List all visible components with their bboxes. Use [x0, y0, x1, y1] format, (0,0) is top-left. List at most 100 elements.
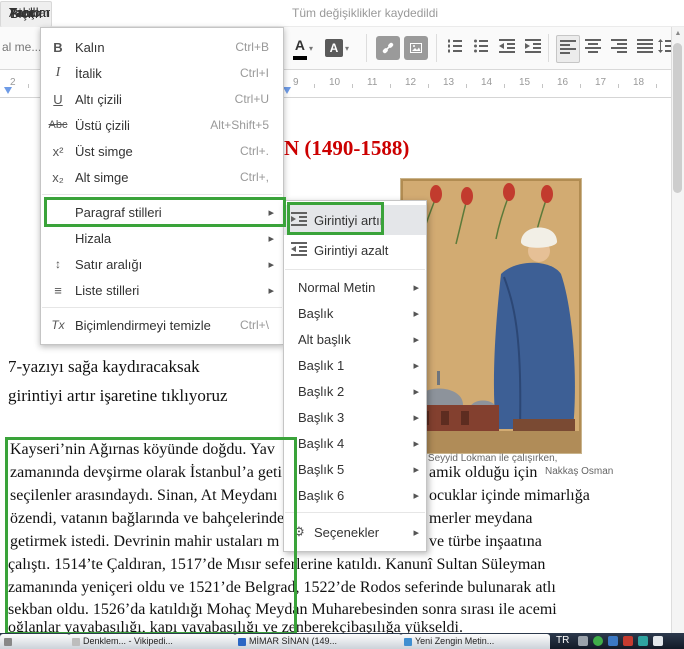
taskbar: Denklem... - Vikipedi... MİMAR SİNAN (14…: [0, 633, 684, 649]
submenu-item-label: Başlık: [298, 305, 334, 321]
miniature-image[interactable]: [400, 178, 582, 454]
chevron-down-icon: ▾: [308, 43, 313, 53]
submenu-item-heading-4[interactable]: Başlık 4 ▸: [284, 430, 426, 456]
clear-formatting-icon: Tx: [51, 318, 65, 332]
submenu-item-normal-text[interactable]: Normal Metin ▸: [284, 274, 426, 300]
save-status: Tüm değişiklikler kaydedildi: [292, 6, 439, 20]
submenu-item-heading-5[interactable]: Başlık 5 ▸: [284, 456, 426, 482]
menu-shortcut: Alt+Shift+5: [210, 118, 269, 132]
submenu-item-label: Başlık 3: [298, 409, 345, 425]
toolbar-separator: [366, 34, 367, 62]
ruler-number: 10: [329, 77, 341, 88]
submenu-item-label: Girintiyi azalt: [314, 242, 389, 258]
toolbar-separator: [548, 34, 549, 62]
update-icon[interactable]: [593, 636, 603, 646]
scroll-up-icon[interactable]: ▲: [672, 27, 684, 41]
word-doc-icon: [238, 637, 246, 646]
indent-increase-button[interactable]: [522, 35, 544, 61]
menu-item-list-styles[interactable]: ≡ Liste stilleri ▸: [41, 277, 283, 303]
align-center-button[interactable]: [582, 35, 604, 61]
superscript-icon: x²: [52, 143, 64, 159]
security-icon[interactable]: [623, 636, 633, 646]
submenu-item-title[interactable]: Başlık ▸: [284, 300, 426, 326]
menu-item-label: Üst simge: [75, 143, 133, 159]
submenu-arrow-icon: ▸: [413, 281, 419, 294]
ruler-number: 16: [557, 77, 569, 88]
submenu-item-subtitle[interactable]: Alt başlık ▸: [284, 326, 426, 352]
indent-marker[interactable]: [283, 87, 291, 94]
scrollbar-thumb[interactable]: [673, 43, 682, 193]
vertical-scrollbar[interactable]: ▲: [671, 27, 684, 633]
text-color-button[interactable]: A ▾: [288, 35, 318, 61]
paragraph-fragment: amik olduğu için: [429, 464, 538, 481]
bullet-list-button[interactable]: [470, 35, 492, 61]
taskbar-button-rich-text[interactable]: Yeni Zengin Metin...: [400, 634, 550, 649]
submenu-arrow-icon: ▸: [413, 411, 419, 424]
document-title-fragment: N (1490-1588): [284, 136, 410, 160]
menu-shortcut: Ctrl+B: [235, 40, 269, 54]
ruler-number: 13: [443, 77, 455, 88]
indent-decrease-button[interactable]: [496, 35, 518, 61]
submenu-item-heading-6[interactable]: Başlık 6 ▸: [284, 482, 426, 508]
menu-item-underline[interactable]: U Altı çizili Ctrl+U: [41, 86, 283, 112]
insert-image-button[interactable]: [404, 35, 428, 61]
chat-icon[interactable]: [638, 636, 648, 646]
bullet-list-icon: [473, 39, 489, 58]
menu-item-superscript[interactable]: x² Üst simge Ctrl+.: [41, 138, 283, 164]
annotation-box-indent-increase: [287, 202, 384, 235]
menu-item-label: Alt simge: [75, 169, 129, 185]
highlight-color-button[interactable]: A ▾: [322, 35, 352, 61]
menu-item-label: Liste stilleri: [75, 282, 140, 298]
taskbar-button-mimar-sinan-doc[interactable]: MİMAR SİNAN (149...: [234, 634, 402, 649]
image-caption: an Seyyid Lokman ile çalışırken,: [414, 453, 558, 464]
align-right-icon: [611, 38, 627, 58]
menu-item-label: Üstü çizili: [75, 117, 130, 133]
language-indicator[interactable]: TR: [556, 633, 569, 649]
app-icon: [4, 637, 12, 646]
menu-item-line-spacing[interactable]: ↕ Satır aralığı ▸: [41, 251, 283, 277]
submenu-item-options[interactable]: ⚙ Seçenekler ▸: [284, 517, 426, 547]
document-icon: [404, 637, 412, 646]
annotation-box-paragraph: [5, 437, 297, 635]
align-justify-button[interactable]: [634, 35, 656, 61]
menu-item-strikethrough[interactable]: Abc Üstü çizili Alt+Shift+5: [41, 112, 283, 138]
submenu-item-label: Başlık 6: [298, 487, 345, 503]
menu-item-align[interactable]: Hizala ▸: [41, 225, 283, 251]
bold-icon: B: [53, 39, 63, 55]
submenu-arrow-icon: ▸: [413, 526, 419, 539]
indent-decrease-icon: [499, 38, 515, 58]
taskbar-button-label: MİMAR SİNAN (149...: [249, 636, 338, 646]
taskbar-button-label: Yeni Zengin Metin...: [415, 636, 495, 646]
taskbar-button-label: Denklem... - Vikipedi...: [83, 636, 173, 646]
numbered-list-button[interactable]: [444, 35, 466, 61]
numbered-list-icon: [447, 39, 463, 58]
tray-misc-icon[interactable]: [653, 636, 663, 646]
insert-link-button[interactable]: [376, 35, 400, 61]
menu-item-clear-formatting[interactable]: Tx Biçimlendirmeyi temizle Ctrl+\: [41, 312, 283, 338]
google-docs-window: Ekle Biçim Araçlar Tablo Yardım Tüm deği…: [0, 0, 684, 649]
menu-item-italic[interactable]: I İtalik Ctrl+I: [41, 60, 283, 86]
style-select-fragment[interactable]: al me...: [2, 40, 41, 54]
note-line: girintiyi artır işaretine tıklıyoruz: [8, 386, 228, 405]
network-icon[interactable]: [608, 636, 618, 646]
taskbar-button-wikipedia[interactable]: Denklem... - Vikipedi...: [68, 634, 236, 649]
submenu-item-heading-1[interactable]: Başlık 1 ▸: [284, 352, 426, 378]
submenu-item-heading-2[interactable]: Başlık 2 ▸: [284, 378, 426, 404]
menu-item-bold[interactable]: B Kalın Ctrl+B: [41, 34, 283, 60]
menu-separator: [42, 307, 282, 308]
menu-yardim[interactable]: Yardım: [0, 1, 59, 25]
submenu-item-indent-decrease[interactable]: Girintiyi azalt: [284, 235, 426, 265]
submenu-item-label: Normal Metin: [298, 279, 376, 295]
align-left-button[interactable]: [556, 35, 580, 63]
submenu-item-label: Başlık 5: [298, 461, 345, 477]
volume-icon[interactable]: [578, 636, 588, 646]
submenu-arrow-icon: ▸: [413, 307, 419, 320]
submenu-item-heading-3[interactable]: Başlık 3 ▸: [284, 404, 426, 430]
menu-item-subscript[interactable]: x₂ Alt simge Ctrl+,: [41, 164, 283, 190]
align-right-button[interactable]: [608, 35, 630, 61]
taskbar-button-partial[interactable]: [0, 634, 70, 649]
submenu-arrow-icon: ▸: [413, 385, 419, 398]
image-caption: Nakkaş Osman: [545, 466, 614, 477]
menu-shortcut: Ctrl+\: [239, 318, 269, 332]
margin-marker[interactable]: [4, 87, 12, 94]
